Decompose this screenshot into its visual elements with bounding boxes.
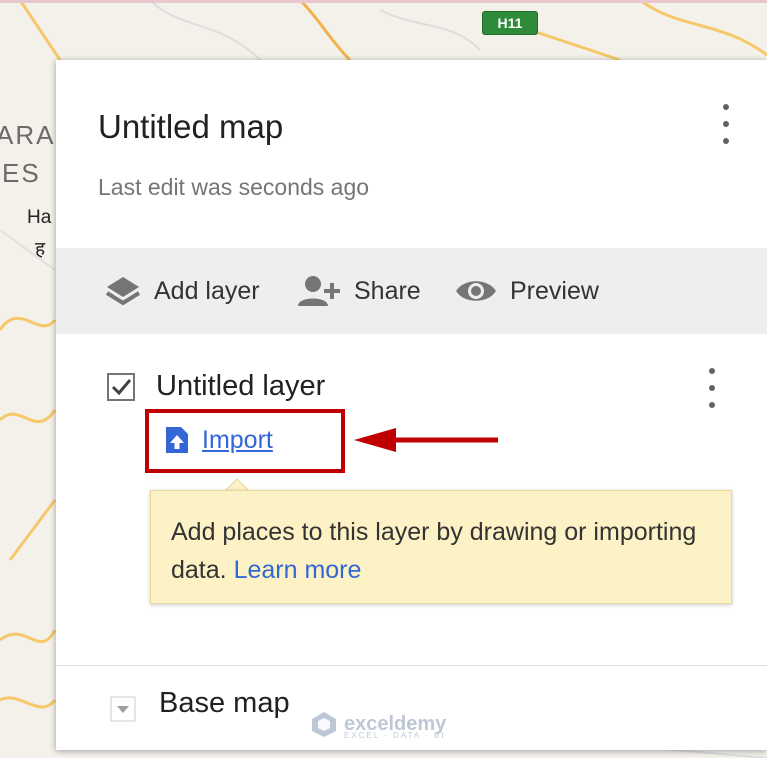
learn-more-link[interactable]: Learn more xyxy=(234,556,362,584)
map-place-label: Ha xyxy=(27,207,52,228)
divider xyxy=(56,665,767,666)
share-label: Share xyxy=(354,276,421,305)
watermark-tagline: EXCEL · DATA · BI xyxy=(344,731,446,740)
last-edit-status: Last edit was seconds ago xyxy=(98,174,370,200)
more-vert-icon[interactable] xyxy=(719,104,733,144)
map-place-label: ह xyxy=(35,239,46,260)
base-map-toggle[interactable]: Base map xyxy=(159,687,290,720)
preview-button[interactable]: Preview xyxy=(454,248,599,334)
map-region-label: ES xyxy=(2,158,41,188)
import-button[interactable]: Import xyxy=(164,425,273,455)
watermark-logo-icon xyxy=(312,712,336,737)
highway-shield: H11 xyxy=(482,11,538,35)
window-top-edge xyxy=(0,0,767,3)
map-details-panel: Untitled map Last edit was seconds ago A… xyxy=(56,60,767,750)
person-add-icon xyxy=(298,276,340,306)
add-layer-button[interactable]: Add layer xyxy=(104,248,260,334)
share-button[interactable]: Share xyxy=(296,248,421,334)
file-upload-icon xyxy=(166,427,188,453)
annotation-arrow xyxy=(354,428,498,452)
map-region-label: ARA xyxy=(0,120,56,150)
add-layer-label: Add layer xyxy=(154,276,260,305)
eye-icon xyxy=(456,281,496,301)
chevron-down-icon[interactable] xyxy=(110,696,136,722)
watermark: exceldemy EXCEL · DATA · BI xyxy=(310,710,446,740)
tooltip-text: Add places to this layer by drawing or i… xyxy=(171,513,721,589)
layer-visibility-checkbox[interactable] xyxy=(106,372,136,402)
layer-toolbar: Add layer Share Preview xyxy=(56,248,767,334)
preview-label: Preview xyxy=(510,276,599,305)
layer-help-tooltip: Add places to this layer by drawing or i… xyxy=(150,490,732,604)
map-title[interactable]: Untitled map xyxy=(98,108,283,146)
layers-icon xyxy=(105,277,141,306)
import-link[interactable]: Import xyxy=(202,426,273,455)
layer-title[interactable]: Untitled layer xyxy=(156,370,325,403)
more-vert-icon[interactable] xyxy=(705,368,719,408)
